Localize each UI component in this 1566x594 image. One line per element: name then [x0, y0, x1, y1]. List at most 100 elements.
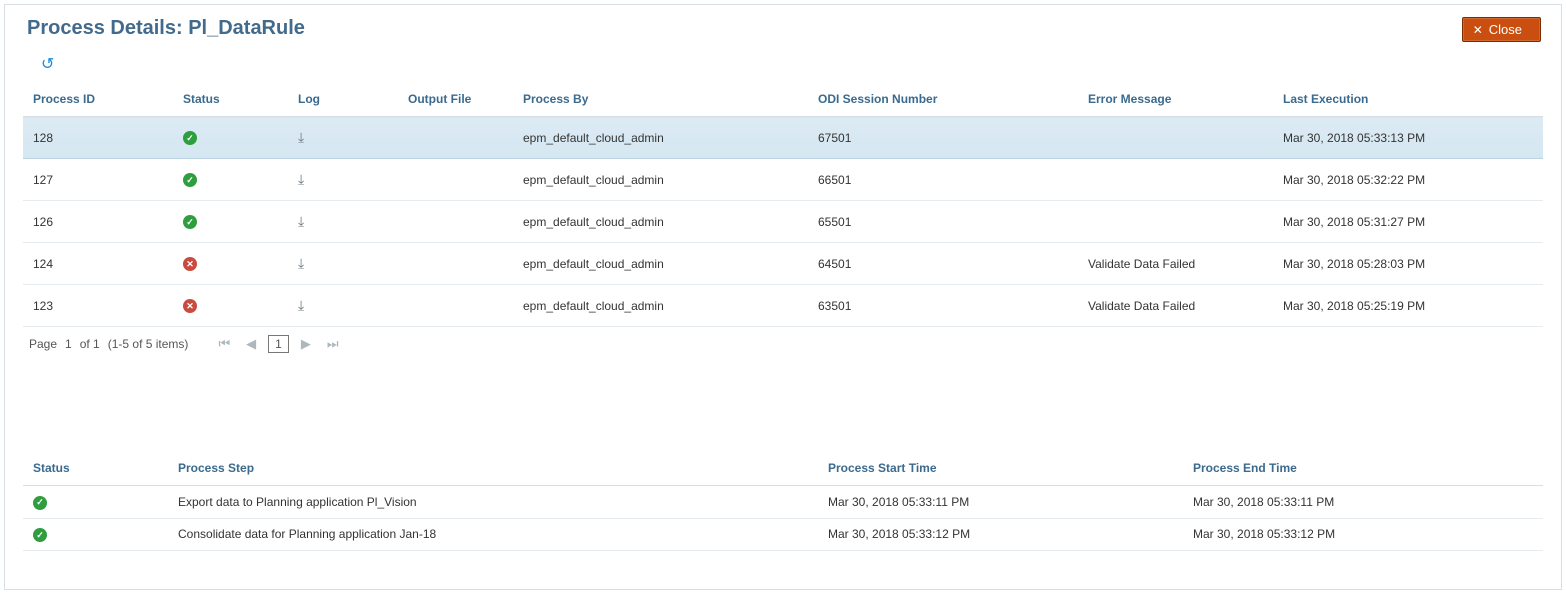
download-log-icon[interactable]: ⤓ [298, 255, 304, 272]
error-cell [1078, 201, 1273, 243]
log-cell: ⤓ [288, 285, 398, 327]
status-cell: ✕ [173, 243, 288, 285]
odi-cell: 65501 [808, 201, 1078, 243]
first-page-icon[interactable]: ⏮ [214, 336, 234, 352]
table-row[interactable]: 126 ✓ ⤓ epm_default_cloud_admin65501 Mar 30,… [23, 201, 1543, 243]
pagination-current: 1 [65, 337, 72, 351]
next-page-icon[interactable]: ▶ [297, 336, 315, 352]
prev-page-icon[interactable]: ◀ [242, 336, 260, 352]
pagination-range: (1-5 of 5 items) [108, 337, 189, 351]
table-row[interactable]: ✓ Consolidate data for Planning applicati… [23, 518, 1543, 551]
status-ok-icon: ✓ [33, 528, 47, 542]
odi-cell: 66501 [808, 159, 1078, 201]
last-exec-cell: Mar 30, 2018 05:25:19 PM [1273, 285, 1543, 327]
col-odi[interactable]: ODI Session Number [808, 84, 1078, 117]
dcol-start[interactable]: Process Start Time [818, 453, 1183, 486]
d-end-cell: Mar 30, 2018 05:33:11 PM [1183, 486, 1543, 519]
log-cell: ⤓ [288, 243, 398, 285]
download-log-icon[interactable]: ⤓ [298, 129, 304, 146]
d-status-cell: ✓ [23, 486, 168, 519]
col-output-file[interactable]: Output File [398, 84, 513, 117]
process-id-cell: 126 [23, 201, 173, 243]
page-title: Process Details: Pl_DataRule [27, 17, 305, 40]
dcol-step[interactable]: Process Step [168, 453, 818, 486]
status-cell: ✓ [173, 117, 288, 159]
d-start-cell: Mar 30, 2018 05:33:12 PM [818, 518, 1183, 551]
output-file-cell [398, 243, 513, 285]
pagination-of: of 1 [80, 337, 100, 351]
col-process-by[interactable]: Process By [513, 84, 808, 117]
error-cell [1078, 117, 1273, 159]
status-ok-icon: ✓ [33, 496, 47, 510]
dcol-end[interactable]: Process End Time [1183, 453, 1543, 486]
close-button[interactable]: ✕ Close [1462, 17, 1541, 42]
table-row[interactable]: 123 ✕ ⤓ epm_default_cloud_admin63501Validat… [23, 285, 1543, 327]
status-cell: ✓ [173, 159, 288, 201]
last-exec-cell: Mar 30, 2018 05:33:13 PM [1273, 117, 1543, 159]
odi-cell: 64501 [808, 243, 1078, 285]
status-cell: ✓ [173, 201, 288, 243]
output-file-cell [398, 285, 513, 327]
d-start-cell: Mar 30, 2018 05:33:11 PM [818, 486, 1183, 519]
header-bar: Process Details: Pl_DataRule ✕ Close [5, 5, 1561, 48]
pagination-prefix: Page [29, 337, 57, 351]
close-button-label: Close [1489, 22, 1522, 37]
close-icon: ✕ [1473, 24, 1483, 36]
process-id-cell: 127 [23, 159, 173, 201]
status-error-icon: ✕ [183, 257, 197, 271]
output-file-cell [398, 117, 513, 159]
process-details-panel: Process Details: Pl_DataRule ✕ Close ↻ P… [4, 4, 1562, 590]
process-id-cell: 128 [23, 117, 173, 159]
log-cell: ⤓ [288, 117, 398, 159]
process-step-table: Status Process Step Process Start Time P… [23, 453, 1543, 551]
output-file-cell [398, 201, 513, 243]
status-error-icon: ✕ [183, 299, 197, 313]
process-by-cell: epm_default_cloud_admin [513, 285, 808, 327]
output-file-cell [398, 159, 513, 201]
process-by-cell: epm_default_cloud_admin [513, 243, 808, 285]
process-table-header: Process ID Status Log Output File Proces… [23, 84, 1543, 117]
status-cell: ✕ [173, 285, 288, 327]
status-ok-icon: ✓ [183, 215, 197, 229]
log-cell: ⤓ [288, 159, 398, 201]
log-cell: ⤓ [288, 201, 398, 243]
download-log-icon[interactable]: ⤓ [298, 213, 304, 230]
d-status-cell: ✓ [23, 518, 168, 551]
last-exec-cell: Mar 30, 2018 05:28:03 PM [1273, 243, 1543, 285]
pagination-bar: Page 1 of 1 (1-5 of 5 items) ⏮ ◀ 1 ▶ ⏭ [5, 327, 1561, 353]
d-step-cell: Export data to Planning application Pl_V… [168, 486, 818, 519]
table-row[interactable]: 127 ✓ ⤓ epm_default_cloud_admin66501 Mar 30,… [23, 159, 1543, 201]
process-id-cell: 123 [23, 285, 173, 327]
page-number-box[interactable]: 1 [268, 335, 289, 353]
last-page-icon[interactable]: ⏭ [323, 336, 343, 352]
process-by-cell: epm_default_cloud_admin [513, 201, 808, 243]
toolbar: ↻ [5, 48, 1561, 84]
last-exec-cell: Mar 30, 2018 05:32:22 PM [1273, 159, 1543, 201]
process-by-cell: epm_default_cloud_admin [513, 117, 808, 159]
detail-table-header: Status Process Step Process Start Time P… [23, 453, 1543, 486]
process-table: Process ID Status Log Output File Proces… [23, 84, 1543, 327]
col-log[interactable]: Log [288, 84, 398, 117]
col-error[interactable]: Error Message [1078, 84, 1273, 117]
process-by-cell: epm_default_cloud_admin [513, 159, 808, 201]
col-last-exec[interactable]: Last Execution [1273, 84, 1543, 117]
process-id-cell: 124 [23, 243, 173, 285]
error-cell: Validate Data Failed [1078, 243, 1273, 285]
col-status[interactable]: Status [173, 84, 288, 117]
error-cell: Validate Data Failed [1078, 285, 1273, 327]
odi-cell: 67501 [808, 117, 1078, 159]
download-log-icon[interactable]: ⤓ [298, 171, 304, 188]
d-step-cell: Consolidate data for Planning applicatio… [168, 518, 818, 551]
refresh-icon[interactable]: ↻ [41, 54, 54, 74]
table-row[interactable]: 124 ✕ ⤓ epm_default_cloud_admin64501Validat… [23, 243, 1543, 285]
dcol-status[interactable]: Status [23, 453, 168, 486]
odi-cell: 63501 [808, 285, 1078, 327]
error-cell [1078, 159, 1273, 201]
table-row[interactable]: 128✓ ⤓ epm_default_cloud_admin67501 Mar 30,… [23, 117, 1543, 159]
d-end-cell: Mar 30, 2018 05:33:12 PM [1183, 518, 1543, 551]
table-row[interactable]: ✓ Export data to Planning application Pl_… [23, 486, 1543, 519]
status-ok-icon: ✓ [183, 173, 197, 187]
last-exec-cell: Mar 30, 2018 05:31:27 PM [1273, 201, 1543, 243]
download-log-icon[interactable]: ⤓ [298, 297, 304, 314]
col-process-id[interactable]: Process ID [23, 84, 173, 117]
